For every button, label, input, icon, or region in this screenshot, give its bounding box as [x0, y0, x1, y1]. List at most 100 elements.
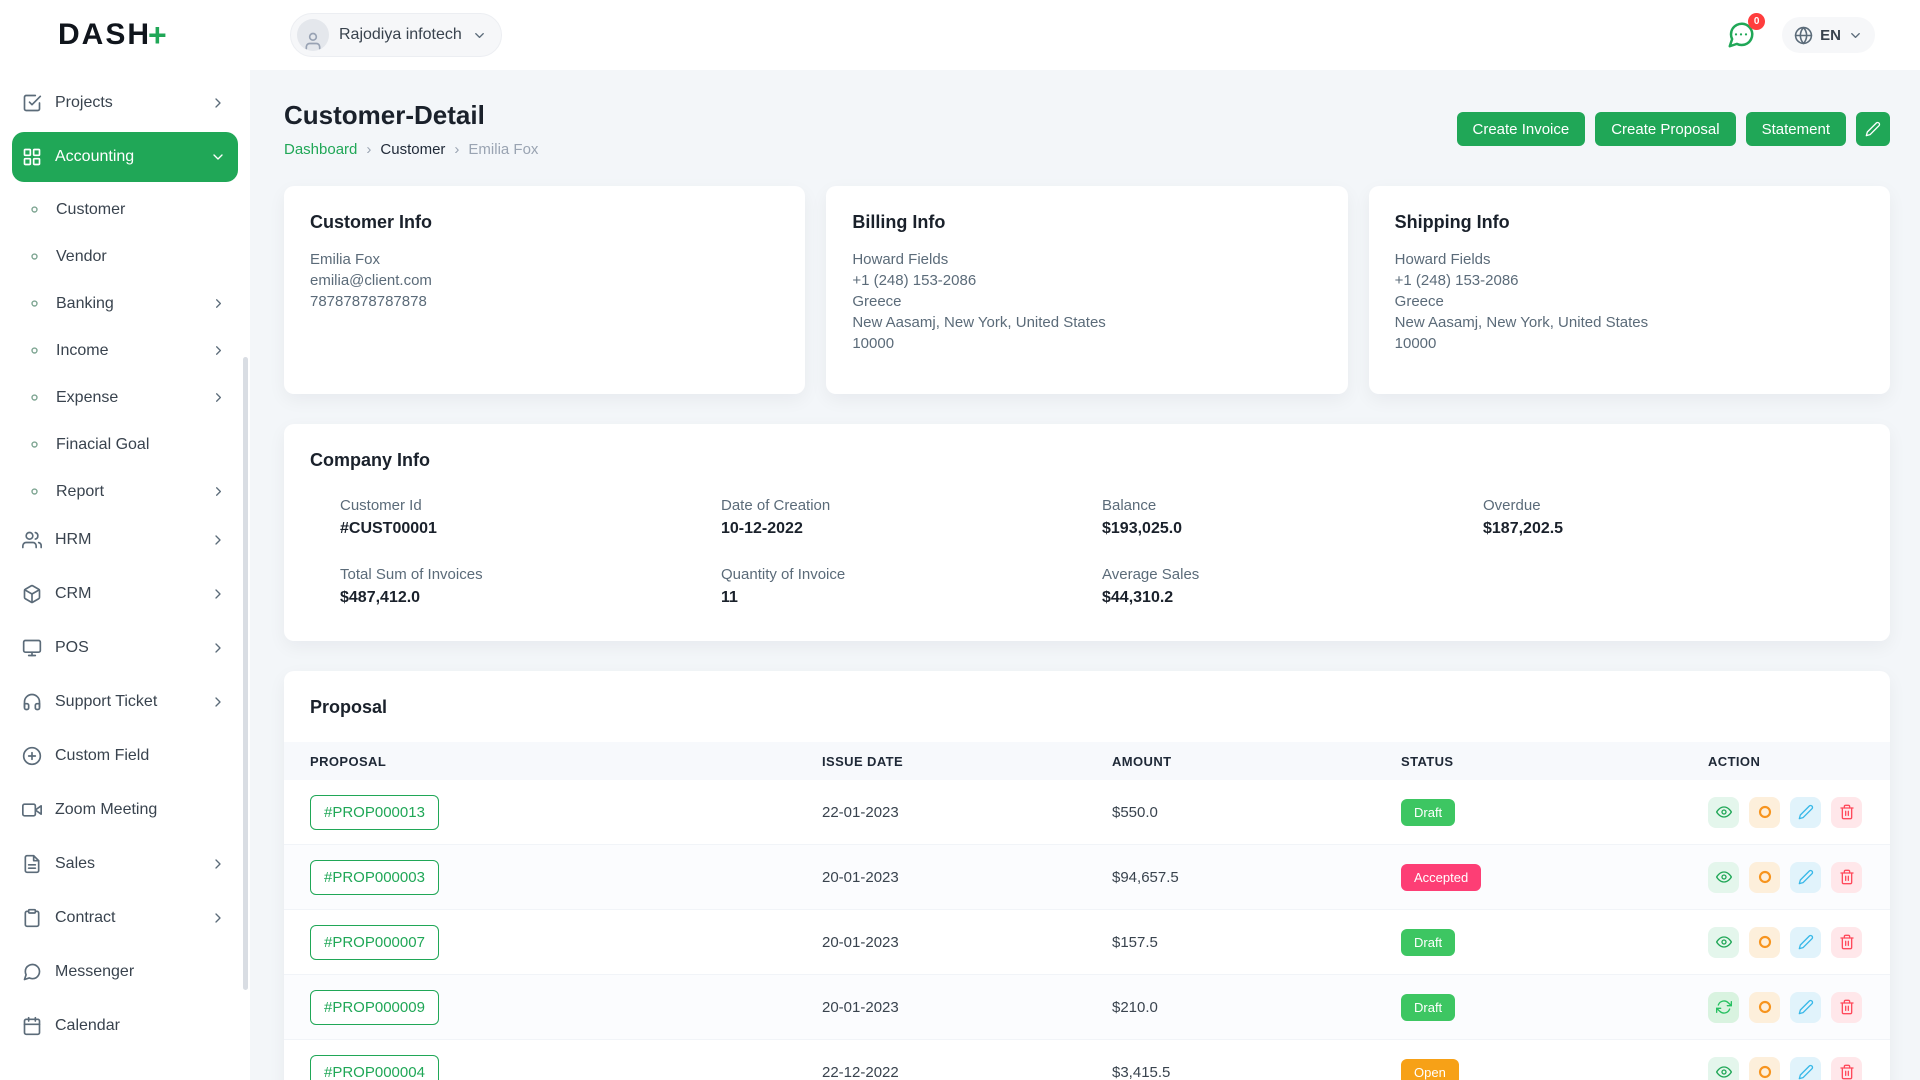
messages-button[interactable]: 0 [1726, 20, 1756, 50]
field-total-sum-of-invoices: Total Sum of Invoices $487,412.0 [340, 566, 721, 607]
edit-proposal-button[interactable] [1790, 1057, 1821, 1080]
trash-icon [1839, 804, 1855, 820]
sidebar-item-crm[interactable]: CRM [12, 569, 238, 619]
convert-to-invoice-button[interactable] [1749, 862, 1780, 893]
sidebar-item-contract[interactable]: Contract [12, 893, 238, 943]
sidebar-item-vendor[interactable]: Vendor [12, 233, 238, 280]
topbar: Rajodiya infotech 0 EN [250, 0, 1920, 70]
delete-proposal-button[interactable] [1831, 992, 1862, 1023]
eye-icon [1716, 804, 1732, 820]
chevron-down-icon [472, 28, 487, 43]
chevron-right-icon [210, 95, 226, 111]
sidebar-item-label: Customer [56, 201, 226, 219]
edit-proposal-button[interactable] [1790, 927, 1821, 958]
workspace-avatar [297, 19, 329, 51]
sidebar-item-financial-goal[interactable]: Finacial Goal [12, 421, 238, 468]
dot-icon [26, 483, 43, 500]
proposal-id-link[interactable]: #PROP000003 [310, 860, 439, 895]
sidebar-scrollbar[interactable] [243, 357, 248, 990]
statement-button[interactable]: Statement [1746, 112, 1846, 146]
delete-proposal-button[interactable] [1831, 797, 1862, 828]
sidebar-item-accounting[interactable]: Accounting [12, 132, 238, 182]
breadcrumb-customer-link[interactable]: Customer [380, 141, 445, 158]
field-value: 10-12-2022 [721, 520, 1102, 538]
delete-proposal-button[interactable] [1831, 927, 1862, 958]
sidebar-item-expense[interactable]: Expense [12, 374, 238, 421]
sidebar-item-messenger[interactable]: Messenger [12, 947, 238, 997]
sidebar-item-banking[interactable]: Banking [12, 280, 238, 327]
billing-info-card: Billing Info Howard Fields +1 (248) 153-… [826, 186, 1347, 394]
refresh-icon [1716, 999, 1732, 1015]
proposal-id-link[interactable]: #PROP000004 [310, 1055, 439, 1080]
status-badge: Draft [1401, 994, 1455, 1021]
field-label: Date of Creation [721, 497, 1102, 514]
sidebar-item-label: POS [55, 639, 197, 657]
card-title: Shipping Info [1395, 212, 1864, 233]
sidebar-item-calendar[interactable]: Calendar [12, 1001, 238, 1051]
pencil-icon [1798, 999, 1814, 1015]
create-invoice-button[interactable]: Create Invoice [1457, 112, 1586, 146]
trash-icon [1839, 999, 1855, 1015]
field-label: Average Sales [1102, 566, 1483, 583]
card-title: Billing Info [852, 212, 1321, 233]
breadcrumb-dashboard-link[interactable]: Dashboard [284, 141, 357, 158]
sidebar-item-sales[interactable]: Sales [12, 839, 238, 889]
dot-icon [26, 248, 43, 265]
edit-proposal-button[interactable] [1790, 862, 1821, 893]
field-quantity-of-invoice: Quantity of Invoice 11 [721, 566, 1102, 607]
edit-proposal-button[interactable] [1790, 797, 1821, 828]
sidebar-item-zoom-meeting[interactable]: Zoom Meeting [12, 785, 238, 835]
page-actions: Create Invoice Create Proposal Statement [1457, 112, 1891, 146]
amount-cell: $3,415.5 [1112, 1064, 1401, 1080]
proposal-card: Proposal PROPOSAL ISSUE DATE AMOUNT STAT… [284, 671, 1890, 1080]
workspace-selector[interactable]: Rajodiya infotech [290, 13, 502, 57]
view-proposal-button[interactable] [1708, 797, 1739, 828]
proposal-id-link[interactable]: #PROP000013 [310, 795, 439, 830]
status-badge: Open [1401, 1059, 1459, 1080]
user-icon [303, 31, 323, 51]
create-proposal-button[interactable]: Create Proposal [1595, 112, 1735, 146]
view-proposal-button[interactable] [1708, 1057, 1739, 1080]
breadcrumb: Dashboard Customer Emilia Fox [284, 141, 538, 158]
sidebar-item-hrm[interactable]: HRM [12, 515, 238, 565]
edit-proposal-button[interactable] [1790, 992, 1821, 1023]
delete-proposal-button[interactable] [1831, 862, 1862, 893]
sidebar-item-projects[interactable]: Projects [12, 78, 238, 128]
page-header-left: Customer-Detail Dashboard Customer Emili… [284, 100, 538, 158]
convert-to-invoice-button[interactable] [1749, 992, 1780, 1023]
chevron-right-icon [211, 343, 226, 358]
table-row: #PROP000004 22-12-2022 $3,415.5 Open [284, 1040, 1890, 1080]
field-label: Overdue [1483, 497, 1864, 514]
billing-phone: +1 (248) 153-2086 [852, 270, 1321, 291]
issue-date-cell: 20-01-2023 [822, 934, 1112, 951]
converted-proposal-button[interactable] [1708, 992, 1739, 1023]
proposal-id-link[interactable]: #PROP000009 [310, 990, 439, 1025]
customer-phone: 78787878787878 [310, 291, 779, 312]
view-proposal-button[interactable] [1708, 862, 1739, 893]
sidebar-item-label: Accounting [55, 148, 197, 166]
edit-customer-button[interactable] [1856, 112, 1890, 146]
sidebar-item-customer[interactable]: Customer [12, 186, 238, 233]
field-customer-id: Customer Id #CUST00001 [340, 497, 721, 538]
sidebar-item-pos[interactable]: POS [12, 623, 238, 673]
sidebar-item-income[interactable]: Income [12, 327, 238, 374]
delete-proposal-button[interactable] [1831, 1057, 1862, 1080]
sidebar-item-support-ticket[interactable]: Support Ticket [12, 677, 238, 727]
proposal-section-title: Proposal [284, 697, 1890, 718]
row-actions [1708, 927, 1864, 958]
view-proposal-button[interactable] [1708, 927, 1739, 958]
calendar-icon [22, 1016, 42, 1036]
convert-to-invoice-button[interactable] [1749, 927, 1780, 958]
shipping-country: Greece [1395, 291, 1864, 312]
app-logo[interactable]: DASH+ [12, 0, 238, 70]
proposal-id-link[interactable]: #PROP000007 [310, 925, 439, 960]
language-selector[interactable]: EN [1782, 17, 1875, 53]
table-row: #PROP000009 20-01-2023 $210.0 Draft [284, 975, 1890, 1040]
convert-to-invoice-button[interactable] [1749, 797, 1780, 828]
chevron-right-icon [210, 694, 226, 710]
dot-icon [26, 295, 43, 312]
sidebar-item-custom-field[interactable]: Custom Field [12, 731, 238, 781]
sidebar: DASH+ Projects Accounting Customer Vendo… [0, 0, 250, 1080]
convert-to-invoice-button[interactable] [1749, 1057, 1780, 1080]
sidebar-item-report[interactable]: Report [12, 468, 238, 515]
